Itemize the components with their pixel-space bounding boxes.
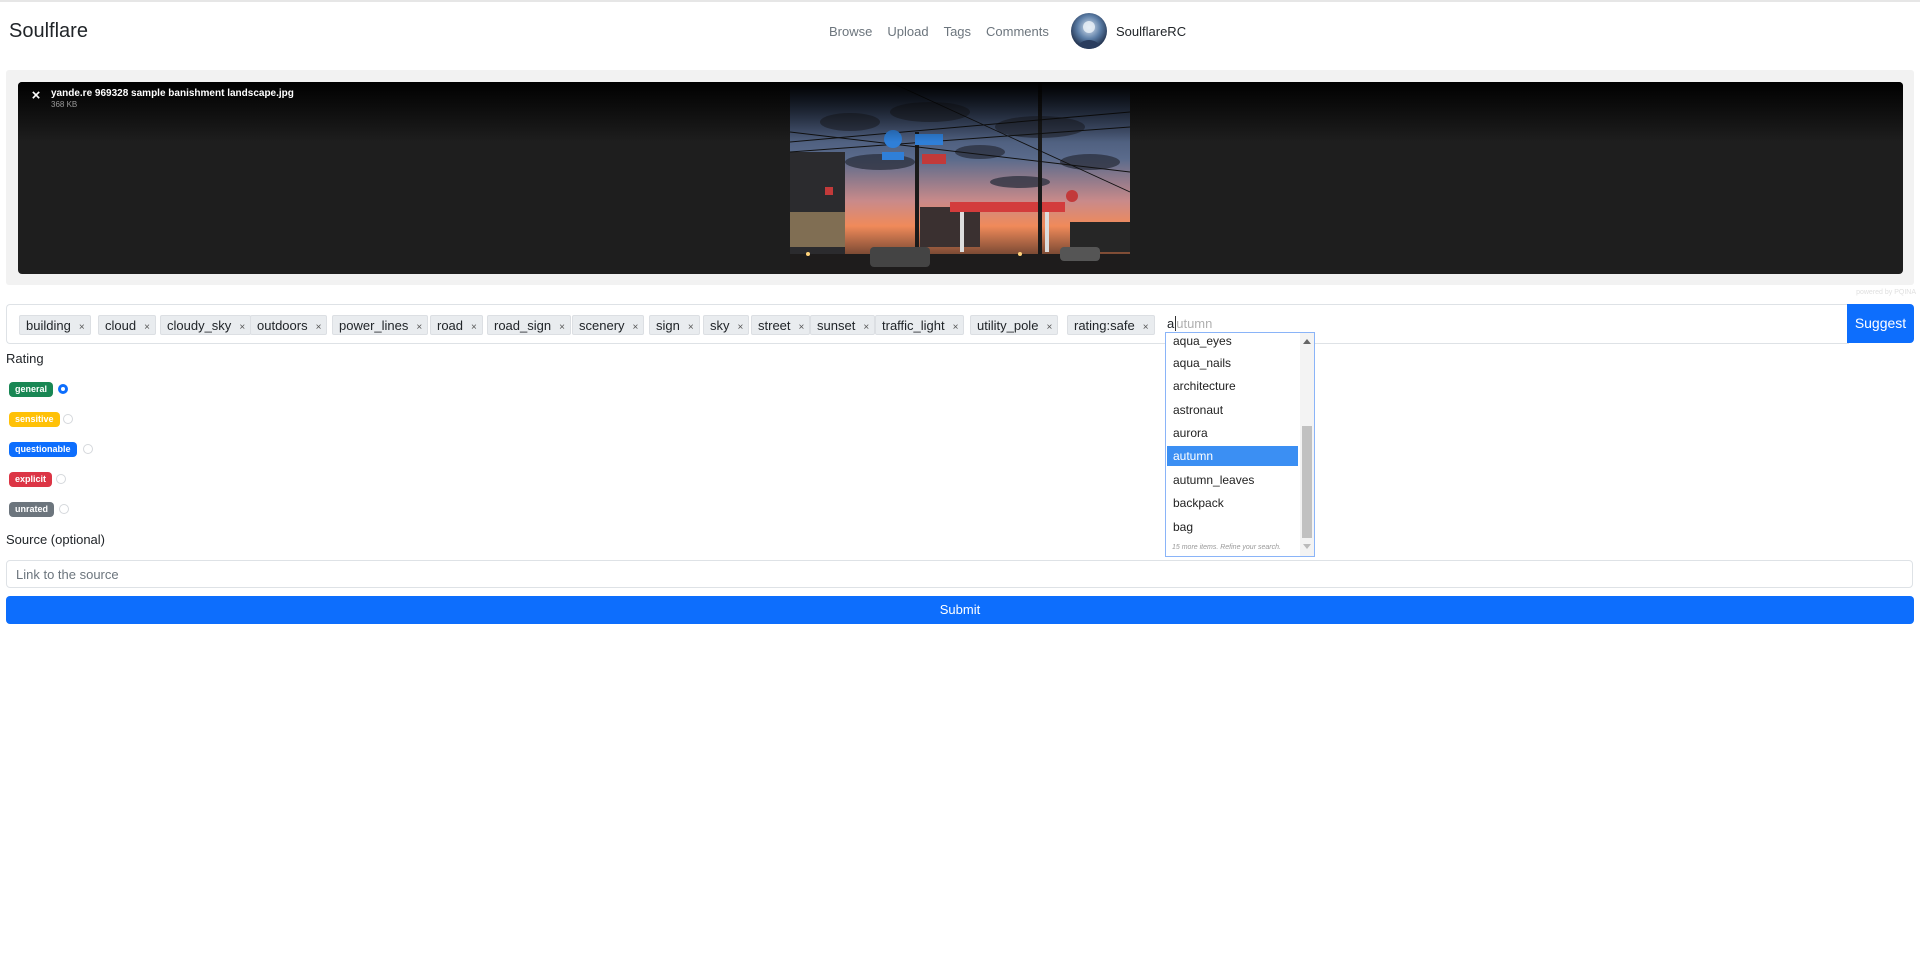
tag-label: sunset	[817, 318, 856, 333]
tag-text-input[interactable]: a utumn	[1167, 316, 1212, 331]
tag-label: cloudy_sky	[167, 318, 232, 333]
main-nav: Browse Upload Tags Comments	[829, 24, 1049, 39]
nav-upload-link[interactable]: Upload	[887, 24, 928, 39]
rating-explicit-radio[interactable]	[56, 474, 66, 484]
autocomplete-option[interactable]: astronaut	[1167, 400, 1298, 420]
nav-comments-link[interactable]: Comments	[986, 24, 1049, 39]
autocomplete-dropdown[interactable]: aqua_eyes aqua_nails architecture astron…	[1165, 332, 1315, 557]
tag-chip: rating:safe ×	[1067, 315, 1155, 335]
autocomplete-option[interactable]: architecture	[1167, 376, 1298, 396]
autocomplete-option[interactable]: bag	[1167, 517, 1298, 537]
tag-input-box[interactable]: building × cloud × cloudy_sky × outdoors × p…	[6, 304, 1849, 344]
rating-explicit-badge: explicit	[9, 472, 53, 487]
top-border	[0, 0, 1920, 2]
tag-remove-icon[interactable]: ×	[953, 322, 959, 333]
tag-remove-icon[interactable]: ×	[863, 322, 869, 333]
tag-remove-icon[interactable]: ×	[559, 322, 565, 333]
tag-chip: road_sign ×	[487, 315, 571, 335]
tag-label: sign	[656, 318, 680, 333]
tag-remove-icon[interactable]: ×	[79, 322, 85, 333]
tag-remove-icon[interactable]: ×	[633, 322, 639, 333]
autocomplete-hint: utumn	[1176, 316, 1213, 331]
source-label: Source (optional)	[6, 532, 105, 547]
tag-chip: cloudy_sky ×	[160, 315, 252, 335]
scrollbar-thumb[interactable]	[1302, 426, 1312, 538]
suggest-button[interactable]: Suggest	[1847, 304, 1914, 343]
tag-remove-icon[interactable]: ×	[688, 322, 694, 333]
rating-unrated-badge: unrated	[9, 502, 55, 517]
tag-label: traffic_light	[882, 318, 945, 333]
file-name: yande.re 969328 sample banishment landsc…	[51, 88, 294, 99]
tag-remove-icon[interactable]: ×	[799, 322, 805, 333]
rating-label: Rating	[6, 351, 44, 366]
autocomplete-option[interactable]: aqua_eyes	[1167, 333, 1298, 351]
source-input[interactable]	[6, 560, 1913, 588]
scroll-up-arrow-icon[interactable]	[1303, 339, 1311, 344]
submit-button[interactable]: Submit	[6, 596, 1914, 624]
tag-remove-icon[interactable]: ×	[239, 322, 245, 333]
tag-chip: traffic_light ×	[875, 315, 965, 335]
tag-remove-icon[interactable]: ×	[316, 322, 322, 333]
tag-label: street	[758, 318, 791, 333]
nav-tags-link[interactable]: Tags	[944, 24, 971, 39]
autocomplete-option[interactable]: autumn_leaves	[1167, 470, 1298, 490]
upload-credit-link[interactable]: powered by PQINA	[1856, 289, 1916, 296]
tag-label: outdoors	[257, 318, 308, 333]
tag-remove-icon[interactable]: ×	[471, 322, 477, 333]
rating-general-radio[interactable]	[58, 384, 68, 394]
tag-label: road	[437, 318, 464, 333]
upload-dropzone[interactable]: × yande.re 969328 sample banishment land…	[6, 70, 1914, 285]
tag-chip: road ×	[430, 315, 483, 335]
autocomplete-option[interactable]: aurora	[1167, 423, 1298, 443]
upload-file-item: × yande.re 969328 sample banishment land…	[18, 82, 1903, 274]
tag-remove-icon[interactable]: ×	[144, 322, 150, 333]
tag-chip: sky ×	[703, 315, 750, 335]
tag-chip: outdoors ×	[250, 315, 328, 335]
header-gradient	[18, 82, 1903, 142]
rating-questionable-badge: questionable	[9, 442, 77, 457]
autocomplete-option-selected[interactable]: autumn	[1167, 446, 1298, 466]
file-size: 368 KB	[51, 100, 78, 109]
user-menu[interactable]: SoulflareRC	[1071, 13, 1186, 49]
tag-chip: sign ×	[649, 315, 700, 335]
rating-questionable-radio[interactable]	[83, 444, 93, 454]
username-label[interactable]: SoulflareRC	[1116, 24, 1186, 39]
tag-remove-icon[interactable]: ×	[1046, 322, 1052, 333]
autocomplete-option[interactable]: aqua_nails	[1167, 353, 1298, 373]
tag-label: cloud	[105, 318, 137, 333]
tag-label: scenery	[579, 318, 625, 333]
tag-chip: utility_pole ×	[970, 315, 1059, 335]
dropdown-scrollbar[interactable]	[1300, 333, 1314, 556]
typed-text: a	[1167, 316, 1175, 331]
tag-chip: cloud ×	[98, 315, 156, 335]
tag-chip: building ×	[19, 315, 91, 335]
tag-label: road_sign	[494, 318, 552, 333]
tag-chip: power_lines ×	[332, 315, 429, 335]
tag-chip: scenery ×	[572, 315, 645, 335]
tag-label: building	[26, 318, 71, 333]
rating-sensitive-radio[interactable]	[63, 414, 73, 424]
avatar[interactable]	[1071, 13, 1107, 49]
tag-label: power_lines	[339, 318, 409, 333]
autocomplete-option[interactable]: backpack	[1167, 493, 1298, 513]
remove-file-button[interactable]: ×	[28, 88, 44, 104]
tag-remove-icon[interactable]: ×	[416, 322, 422, 333]
tag-label: utility_pole	[977, 318, 1039, 333]
rating-unrated-radio[interactable]	[59, 504, 69, 514]
tag-chip: street ×	[751, 315, 811, 335]
tag-remove-icon[interactable]: ×	[738, 322, 744, 333]
rating-sensitive-badge: sensitive	[9, 412, 60, 427]
tag-label: sky	[710, 318, 730, 333]
brand-logo[interactable]: Soulflare	[9, 20, 88, 43]
tag-remove-icon[interactable]: ×	[1143, 322, 1149, 333]
more-items-hint: 15 more items. Refine your search.	[1172, 544, 1281, 551]
tag-chip: sunset ×	[810, 315, 876, 335]
scroll-down-arrow-icon[interactable]	[1303, 544, 1311, 549]
tag-label: rating:safe	[1074, 318, 1135, 333]
rating-general-badge: general	[9, 382, 54, 397]
nav-browse-link[interactable]: Browse	[829, 24, 872, 39]
